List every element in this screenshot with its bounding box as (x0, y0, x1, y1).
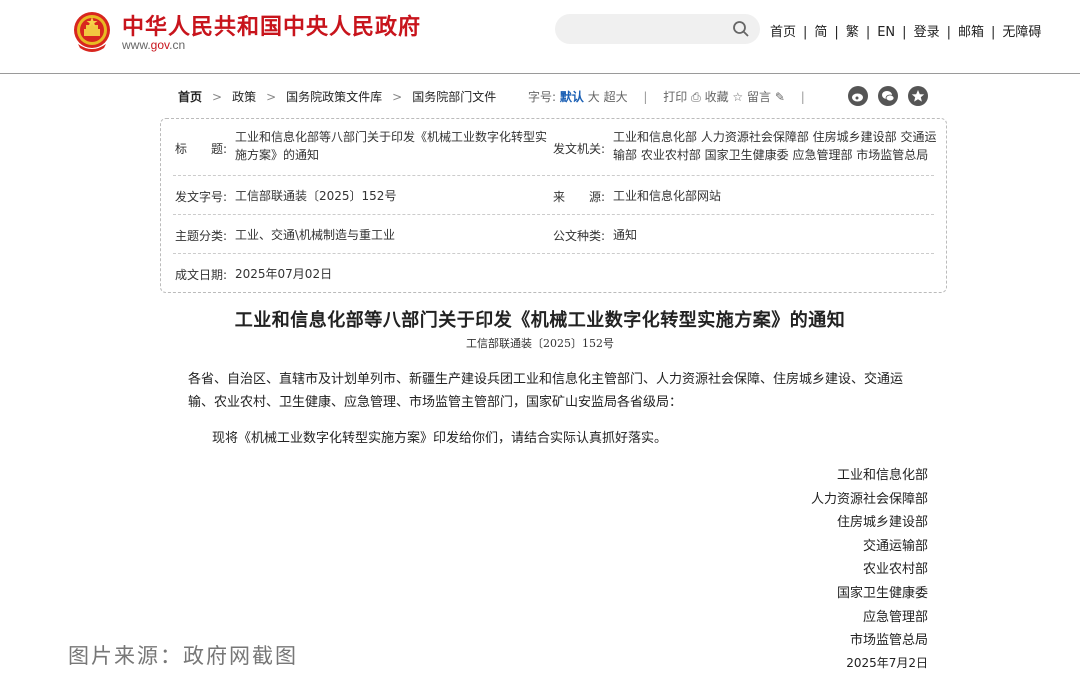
meta-issuer-label: 发文机关: (553, 142, 606, 156)
document-meta-box: 标 题: 工业和信息化部等八部门关于印发《机械工业数字化转型实施方案》的通知 发… (160, 118, 947, 293)
signatory: 人力资源社会保障部 (810, 492, 928, 507)
breadcrumb-policy[interactable]: 政策 (232, 90, 256, 104)
meta-date-label: 成文日期: (175, 268, 228, 282)
pencil-icon: ✎ (774, 90, 785, 104)
nav-separator: | (946, 25, 951, 40)
meta-topic-value: 工业、交通\机械制造与重工业 (235, 228, 396, 242)
nav-login[interactable]: 登录 (914, 25, 940, 40)
font-size-xlarge[interactable]: 超大 (604, 90, 628, 104)
signatory: 住房城乡建设部 (836, 515, 928, 530)
comment-button[interactable]: 留言 ✎ (747, 90, 785, 104)
favorite-button[interactable]: 收藏 ☆ (705, 90, 744, 104)
nav-home[interactable]: 首页 (770, 25, 796, 40)
article-body: 现将《机械工业数字化转型实施方案》印发给你们，请结合实际认真抓好落实。 (212, 431, 668, 446)
meta-row-title: 标 题: 工业和信息化部等八部门关于印发《机械工业数字化转型实施方案》的通知 发… (173, 119, 936, 176)
meta-title-label: 标 题: (175, 142, 228, 156)
font-size-large[interactable]: 大 (588, 90, 600, 104)
site-url-prefix: www. (122, 38, 151, 52)
meta-date-value: 2025年07月02日 (235, 267, 333, 281)
meta-row-topic: 主题分类: 工业、交通\机械制造与重工业 公文种类: 通知 (173, 215, 934, 254)
breadcrumb: 首页 > 政策 > 国务院政策文件库 > 国务院部门文件 (178, 88, 496, 105)
favorite-share-icon[interactable] (908, 86, 928, 106)
site-url-brand: gov (150, 38, 170, 52)
meta-row-date: 成文日期: 2025年07月02日 (173, 254, 934, 292)
search-icon[interactable] (732, 20, 750, 38)
search-input[interactable] (555, 14, 760, 44)
nav-traditional[interactable]: 繁 (846, 25, 859, 40)
nav-simplified[interactable]: 简 (814, 25, 827, 40)
tools-divider: | (800, 90, 805, 104)
signatory: 国家卫生健康委 (836, 586, 928, 601)
meta-topic-label: 主题分类: (175, 229, 228, 243)
signatory: 交通运输部 (862, 539, 928, 554)
chevron-right-icon: > (212, 90, 223, 104)
nav-separator: | (834, 25, 839, 40)
chevron-right-icon: > (392, 90, 403, 104)
printer-icon: ⎙ (691, 90, 701, 104)
print-button[interactable]: 打印 ⎙ (663, 90, 700, 104)
font-size-default[interactable]: 默认 (560, 90, 584, 104)
image-source-caption: 图片来源：政府网截图 (68, 644, 298, 668)
nav-separator: | (803, 25, 808, 40)
star-icon: ☆ (732, 90, 744, 104)
wechat-share-icon[interactable] (878, 86, 898, 106)
comment-label: 留言 (747, 90, 772, 104)
nav-accessibility[interactable]: 无障碍 (1002, 25, 1041, 40)
signatory: 农业农村部 (862, 562, 928, 577)
meta-source-label: 来 源: (553, 190, 606, 204)
article-doc-number: 工信部联通装〔2025〕152号 (466, 337, 614, 350)
site-url-suffix: .cn (169, 38, 186, 52)
nav-separator: | (865, 25, 871, 40)
nav-english[interactable]: EN (877, 25, 895, 40)
top-nav: 首页 | 简 | 繁 | EN | 登录 | 邮箱 | 无障碍 (770, 21, 1041, 40)
meta-type-label: 公文种类: (553, 229, 606, 243)
breadcrumb-home[interactable]: 首页 (178, 90, 202, 104)
print-label: 打印 (663, 90, 688, 104)
meta-source-value: 工业和信息化部网站 (613, 189, 722, 203)
site-url[interactable]: www.gov.cn (122, 38, 185, 52)
national-emblem-icon[interactable] (72, 10, 112, 54)
article-tools: 字号: 默认 大 超大 | 打印 ⎙ 收藏 ☆ 留言 ✎ | (528, 88, 817, 105)
site-header: 中华人民共和国中央人民政府 www.gov.cn 首页 | 简 | 繁 | EN | 登录 | 邮箱… (0, 0, 1080, 74)
meta-issuer-value: 工业和信息化部 人力资源社会保障部 住房城乡建设部 交通运输部 农业农村部 国家… (613, 130, 937, 162)
meta-row-docno: 发文字号: 工信部联通装〔2025〕152号 来 源: 工业和信息化部网站 (173, 176, 934, 215)
breadcrumb-policy-library[interactable]: 国务院政策文件库 (286, 90, 382, 104)
article-title: 工业和信息化部等八部门关于印发《机械工业数字化转型实施方案》的通知 (234, 310, 846, 331)
meta-docno-label: 发文字号: (175, 190, 228, 204)
meta-type-value: 通知 (613, 228, 638, 242)
signatory: 应急管理部 (862, 610, 928, 625)
favorite-label: 收藏 (704, 90, 729, 104)
chevron-right-icon: > (266, 90, 277, 104)
signatory: 工业和信息化部 (836, 468, 928, 483)
font-size-label: 字号: (528, 90, 557, 104)
tools-divider: | (643, 90, 648, 104)
meta-title-value: 工业和信息化部等八部门关于印发《机械工业数字化转型实施方案》的通知 (235, 130, 548, 162)
article-recipients: 各省、自治区、直辖市及计划单列市、新疆生产建设兵团工业和信息化主管部门、人力资源… (188, 372, 904, 410)
signature-date: 2025年7月2日 (846, 656, 928, 670)
site-title[interactable]: 中华人民共和国中央人民政府 (122, 9, 421, 41)
meta-docno-value: 工信部联通装〔2025〕152号 (235, 189, 397, 203)
breadcrumb-department-docs[interactable]: 国务院部门文件 (412, 90, 496, 104)
nav-mail[interactable]: 邮箱 (958, 25, 984, 40)
nav-separator: | (902, 25, 907, 40)
weibo-share-icon[interactable] (848, 86, 868, 106)
nav-separator: | (990, 25, 996, 40)
signatory: 市场监管总局 (849, 633, 928, 648)
